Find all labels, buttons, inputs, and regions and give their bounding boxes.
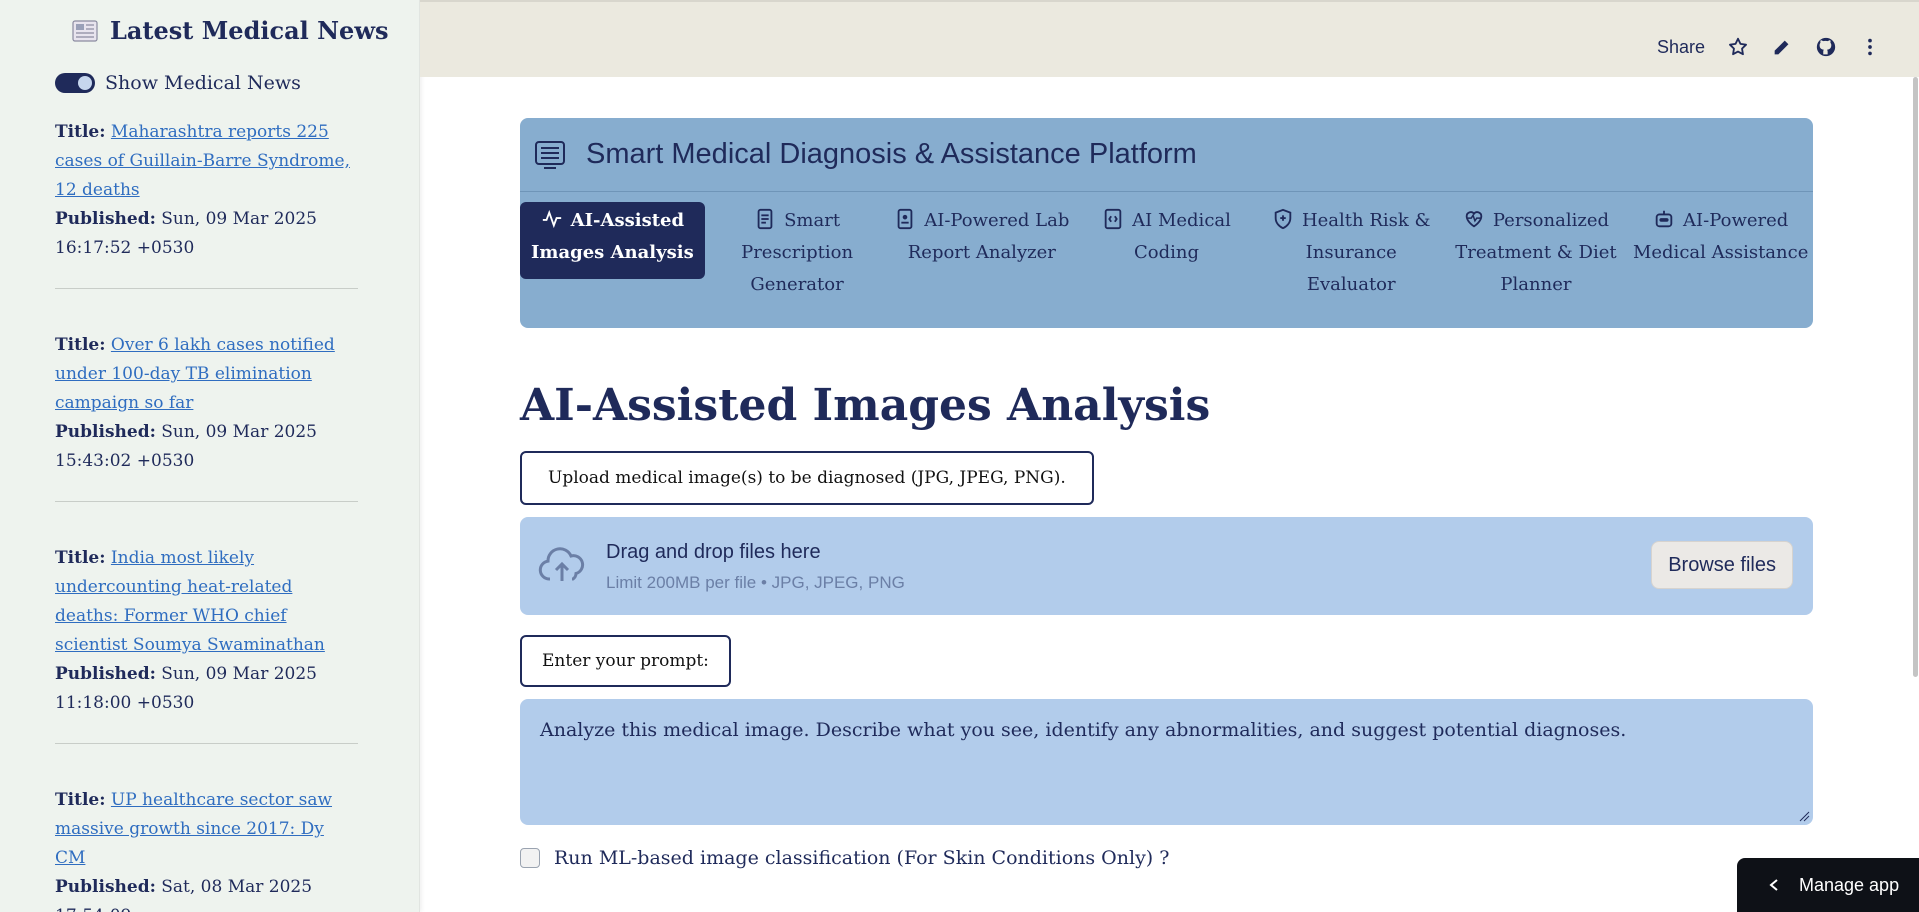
- pencil-icon[interactable]: [1771, 36, 1793, 58]
- prompt-text: Analyze this medical image. Describe wha…: [540, 719, 1627, 741]
- shield-plus-icon: [1274, 208, 1292, 230]
- news-divider: [55, 288, 358, 289]
- news-item: Title: UP healthcare sector saw massive …: [55, 786, 358, 912]
- news-published-prefix: Published:: [55, 877, 156, 897]
- scrollbar-thumb[interactable]: [1913, 77, 1918, 677]
- nav-card: Smart Medical Diagnosis & Assistance Pla…: [520, 118, 1813, 328]
- news-item: Title: Over 6 lakh cases notified under …: [55, 331, 358, 476]
- nav-tabs: AI-Assisted Images Analysis Smart Prescr…: [520, 202, 1813, 301]
- manage-app-label: Manage app: [1799, 874, 1900, 895]
- main-content: Smart Medical Diagnosis & Assistance Pla…: [520, 118, 1813, 869]
- main-scrollbar[interactable]: [1911, 77, 1919, 677]
- news-item: Title: India most likely undercounting h…: [55, 544, 358, 718]
- news-title-prefix: Title:: [55, 122, 106, 142]
- tab-label: Health Risk & Insurance Evaluator: [1301, 210, 1431, 295]
- page-title: AI-Assisted Images Analysis: [520, 380, 1211, 431]
- prompt-label: Enter your prompt:: [520, 635, 731, 687]
- star-icon[interactable]: [1727, 36, 1749, 58]
- document-icon: [757, 208, 773, 230]
- news-title-prefix: Title:: [55, 548, 106, 568]
- ml-classification-checkbox[interactable]: [520, 848, 540, 868]
- show-news-label: Show Medical News: [105, 72, 301, 94]
- platform-title: Smart Medical Diagnosis & Assistance Pla…: [586, 138, 1197, 170]
- ml-classification-label: Run ML-based image classification (For S…: [554, 847, 1170, 869]
- resize-grip-icon[interactable]: [1798, 810, 1810, 822]
- badge-icon: [897, 208, 913, 230]
- newspaper-icon: [72, 19, 98, 42]
- chevron-left-icon: [1769, 879, 1778, 891]
- more-vert-icon[interactable]: [1859, 36, 1881, 58]
- news-title-prefix: Title:: [55, 335, 106, 355]
- tab-smart-prescription-generator[interactable]: Smart Prescription Generator: [705, 202, 890, 301]
- tab-health-risk-insurance-evaluator[interactable]: Health Risk & Insurance Evaluator: [1259, 202, 1444, 301]
- news-list: Title: Maharashtra reports 225 cases of …: [55, 118, 358, 912]
- cloud-upload-icon: [538, 547, 585, 581]
- activity-icon: [542, 209, 561, 229]
- dropzone-limit: Limit 200MB per file • JPG, JPEG, PNG: [606, 573, 905, 592]
- tab-ai-medical-coding[interactable]: AI Medical Coding: [1074, 202, 1259, 301]
- tab-ai-powered-lab-report-analyzer[interactable]: AI-Powered Lab Report Analyzer: [889, 202, 1074, 301]
- robot-icon: [1655, 210, 1673, 228]
- news-divider: [55, 743, 358, 744]
- sidebar: Latest Medical News Show Medical News Ti…: [0, 0, 420, 912]
- tab-label: AI Medical Coding: [1132, 210, 1231, 263]
- top-bar: Share: [420, 0, 1919, 77]
- news-published-prefix: Published:: [55, 422, 156, 442]
- tab-personalized-treatment-diet-planner[interactable]: Personalized Treatment & Diet Planner: [1444, 202, 1629, 301]
- prompt-textarea[interactable]: Analyze this medical image. Describe wha…: [520, 699, 1813, 825]
- tab-ai-powered-medical-assistance[interactable]: AI-Powered Medical Assistance: [1628, 202, 1813, 301]
- sidebar-title: Latest Medical News: [72, 16, 388, 45]
- news-published-prefix: Published:: [55, 209, 156, 229]
- tab-label: AI-Powered Lab Report Analyzer: [907, 210, 1070, 263]
- tab-ai-assisted-images-analysis[interactable]: AI-Assisted Images Analysis: [520, 202, 705, 279]
- news-title-prefix: Title:: [55, 790, 106, 810]
- file-dropzone[interactable]: Drag and drop files here Limit 200MB per…: [520, 517, 1813, 615]
- document-lines-icon: [535, 140, 565, 169]
- dropzone-title: Drag and drop files here: [606, 541, 821, 563]
- share-button[interactable]: Share: [1657, 37, 1705, 58]
- upload-label: Upload medical image(s) to be diagnosed …: [520, 451, 1094, 505]
- show-news-toggle-row[interactable]: Show Medical News: [55, 72, 301, 94]
- news-item: Title: Maharashtra reports 225 cases of …: [55, 118, 358, 263]
- header-actions: Share: [1657, 36, 1881, 58]
- news-divider: [55, 501, 358, 502]
- sidebar-title-text: Latest Medical News: [110, 16, 389, 45]
- nav-header: Smart Medical Diagnosis & Assistance Pla…: [520, 118, 1813, 192]
- ml-classification-option[interactable]: Run ML-based image classification (For S…: [520, 847, 1813, 869]
- heart-pulse-icon: [1465, 211, 1483, 228]
- browse-files-button[interactable]: Browse files: [1651, 541, 1793, 589]
- show-news-toggle[interactable]: [55, 73, 95, 93]
- github-icon[interactable]: [1815, 36, 1837, 58]
- manage-app-button[interactable]: Manage app: [1737, 858, 1919, 912]
- code-file-icon: [1104, 208, 1122, 230]
- news-published-prefix: Published:: [55, 664, 156, 684]
